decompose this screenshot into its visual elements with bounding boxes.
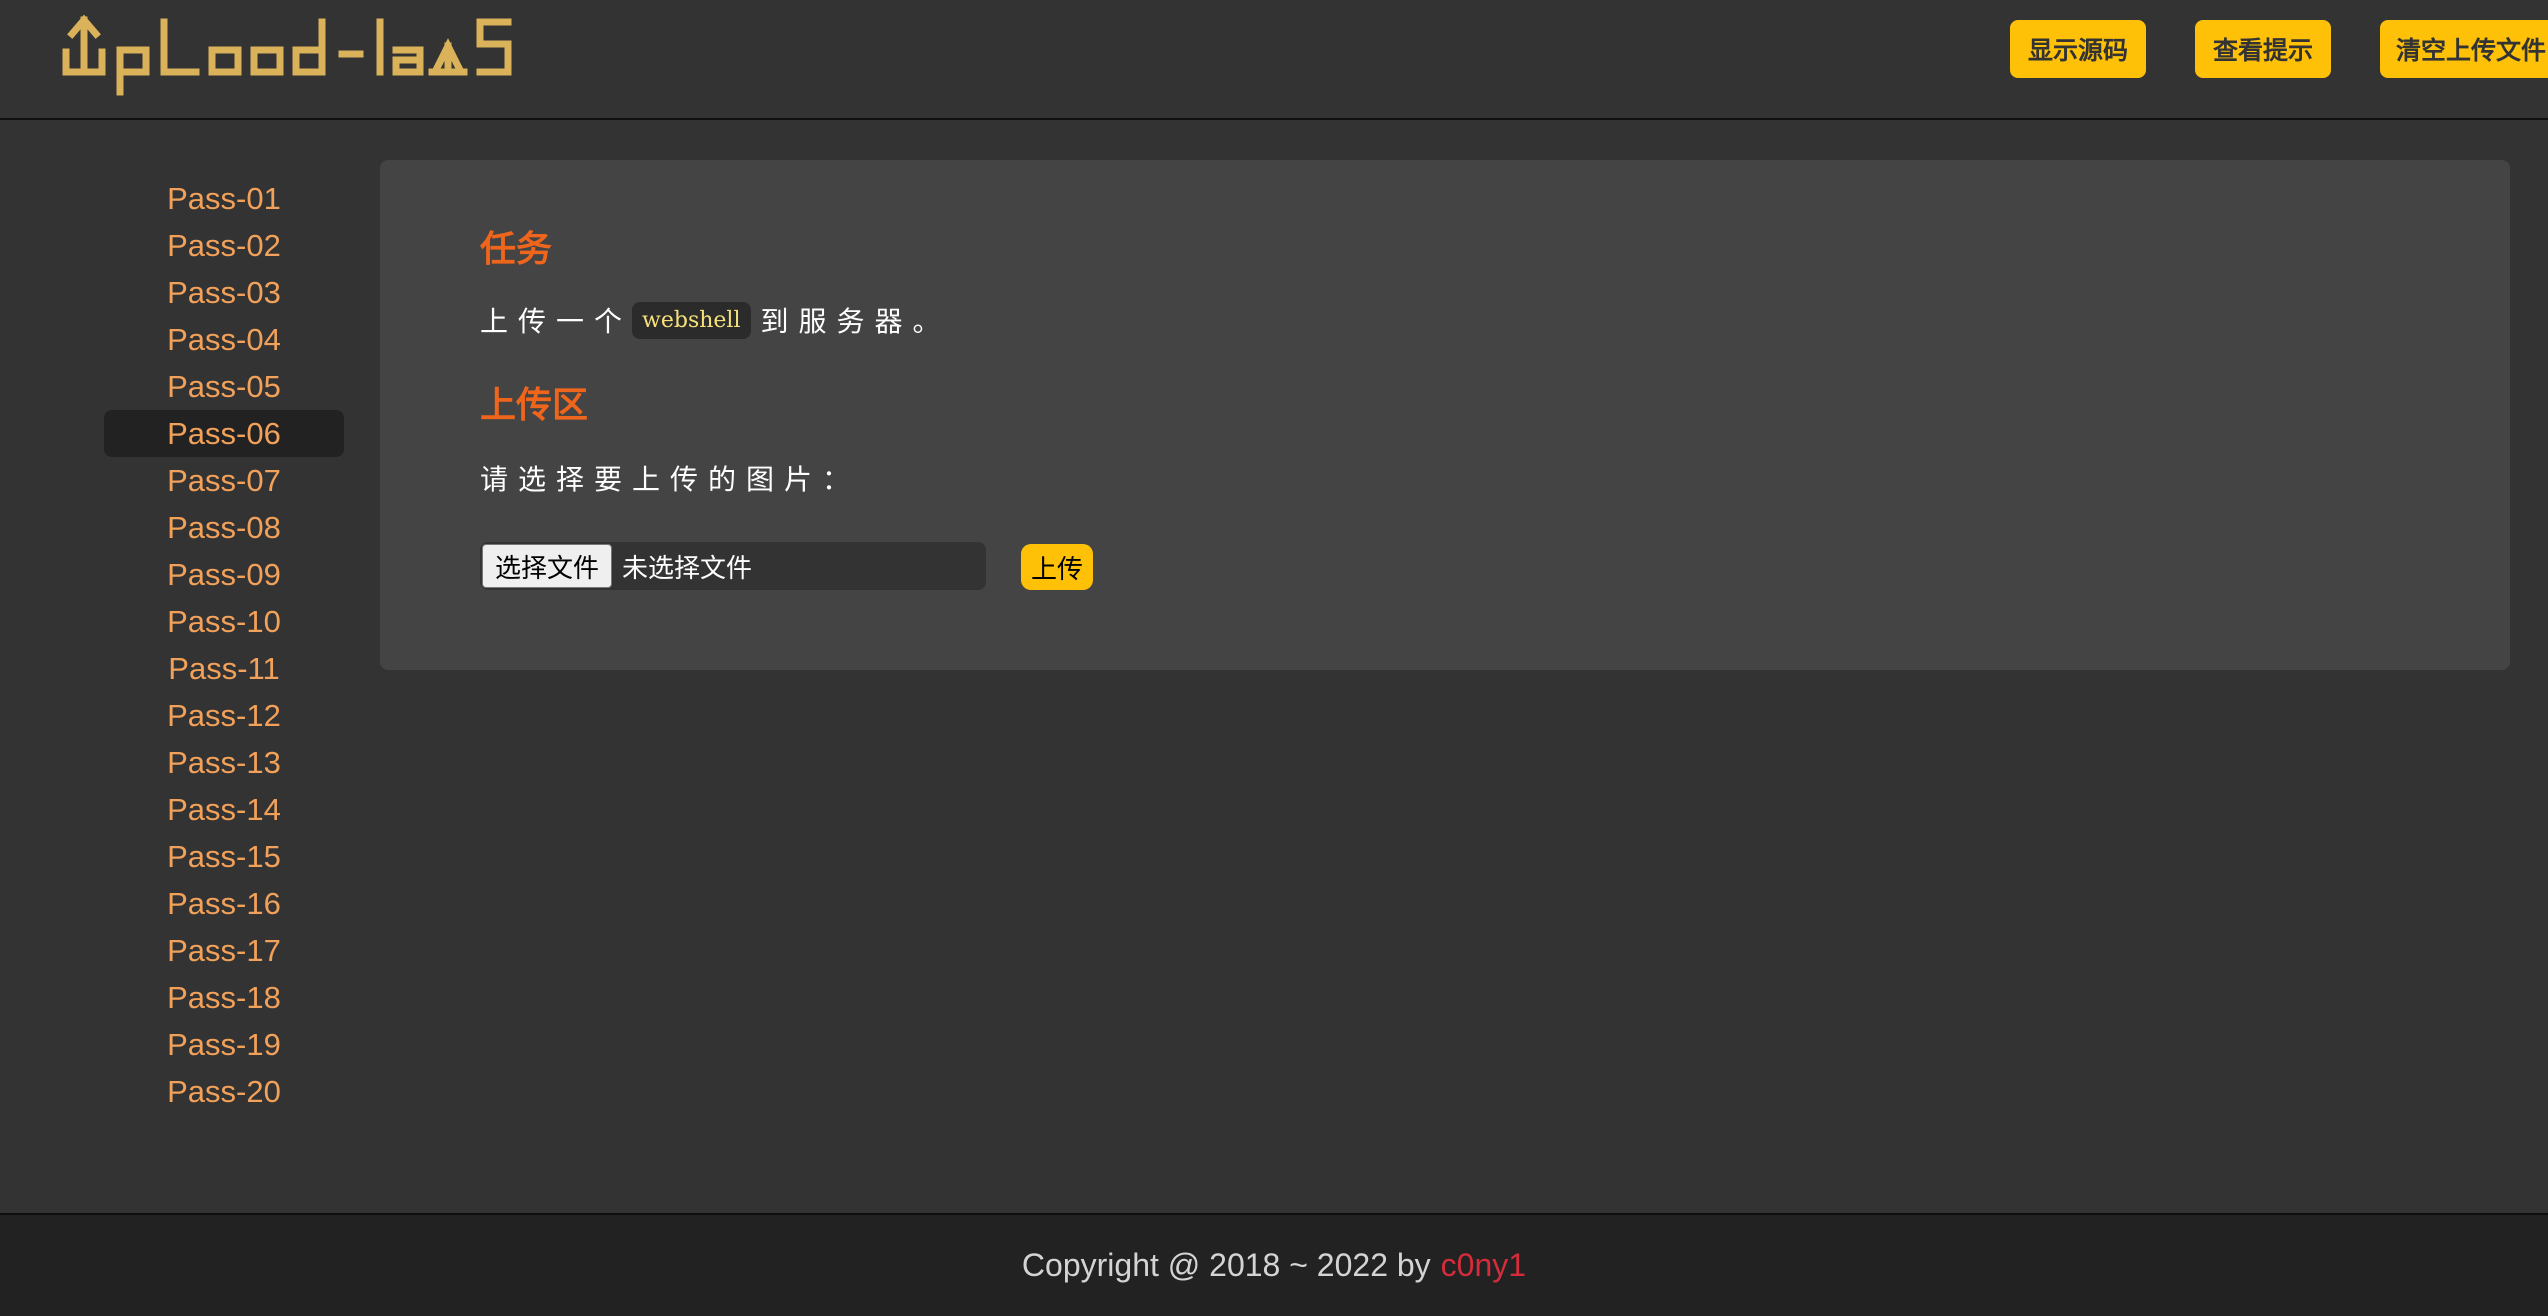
sidebar-item-pass-07[interactable]: Pass-07: [104, 457, 344, 504]
sidebar-item-pass-17[interactable]: Pass-17: [104, 927, 344, 974]
sidebar-item-pass-10[interactable]: Pass-10: [104, 598, 344, 645]
footer: Copyright @ 2018 ~ 2022 by c0ny1: [0, 1213, 2548, 1316]
sidebar-item-pass-14[interactable]: Pass-14: [104, 786, 344, 833]
file-status-text: 未选择文件: [622, 553, 753, 584]
sidebar-item-pass-19[interactable]: Pass-19: [104, 1021, 344, 1068]
logo[interactable]: [60, 12, 520, 98]
choose-file-button[interactable]: 选择文件: [482, 544, 613, 588]
sidebar-item-pass-04[interactable]: Pass-04: [104, 316, 344, 363]
webshell-code: webshell: [632, 301, 751, 339]
sidebar-item-pass-12[interactable]: Pass-12: [104, 692, 344, 739]
author-link[interactable]: c0ny1: [1441, 1247, 1526, 1284]
clear-uploads-button[interactable]: 清空上传文件: [2380, 20, 2548, 78]
view-hint-button[interactable]: 查看提示: [2195, 20, 2331, 78]
sidebar-item-pass-01[interactable]: Pass-01: [104, 175, 344, 222]
sidebar-item-pass-13[interactable]: Pass-13: [104, 739, 344, 786]
upload-prompt: 请选择要上传的图片：: [480, 463, 861, 496]
task-prefix: 上传一个: [480, 305, 633, 338]
sidebar-item-pass-11[interactable]: Pass-11: [104, 645, 344, 692]
show-source-button[interactable]: 显示源码: [2010, 20, 2146, 78]
sidebar-item-pass-15[interactable]: Pass-15: [104, 833, 344, 880]
sidebar-item-pass-03[interactable]: Pass-03: [104, 269, 344, 316]
upload-submit-button[interactable]: 上传: [1021, 544, 1093, 590]
copyright-text: Copyright @ 2018 ~ 2022 by: [1021, 1247, 1431, 1283]
sidebar-item-pass-08[interactable]: Pass-08: [104, 504, 344, 551]
task-suffix: 到服务器。: [760, 305, 951, 338]
file-input[interactable]: 选择文件 未选择文件: [480, 542, 986, 590]
sidebar-item-pass-18[interactable]: Pass-18: [104, 974, 344, 1021]
sidebar-nav: Pass-01 Pass-02 Pass-03 Pass-04 Pass-05 …: [104, 175, 344, 1115]
top-header: 显示源码 查看提示 清空上传文件: [0, 0, 2548, 120]
upload-title: 上传区: [480, 385, 589, 426]
logo-graphic: [62, 14, 512, 96]
sidebar-item-pass-09[interactable]: Pass-09: [104, 551, 344, 598]
sidebar-item-pass-06[interactable]: Pass-06: [104, 410, 344, 457]
main-panel: 任务 上传一个 webshell 到服务器。 上传区 请选择要上传的图片： 选择…: [380, 160, 2510, 670]
sidebar-item-pass-16[interactable]: Pass-16: [104, 880, 344, 927]
sidebar-item-pass-02[interactable]: Pass-02: [104, 222, 344, 269]
sidebar-item-pass-05[interactable]: Pass-05: [104, 363, 344, 410]
sidebar-item-pass-20[interactable]: Pass-20: [104, 1068, 344, 1115]
task-description: 上传一个 webshell 到服务器。: [480, 300, 951, 340]
task-title: 任务: [480, 229, 553, 270]
